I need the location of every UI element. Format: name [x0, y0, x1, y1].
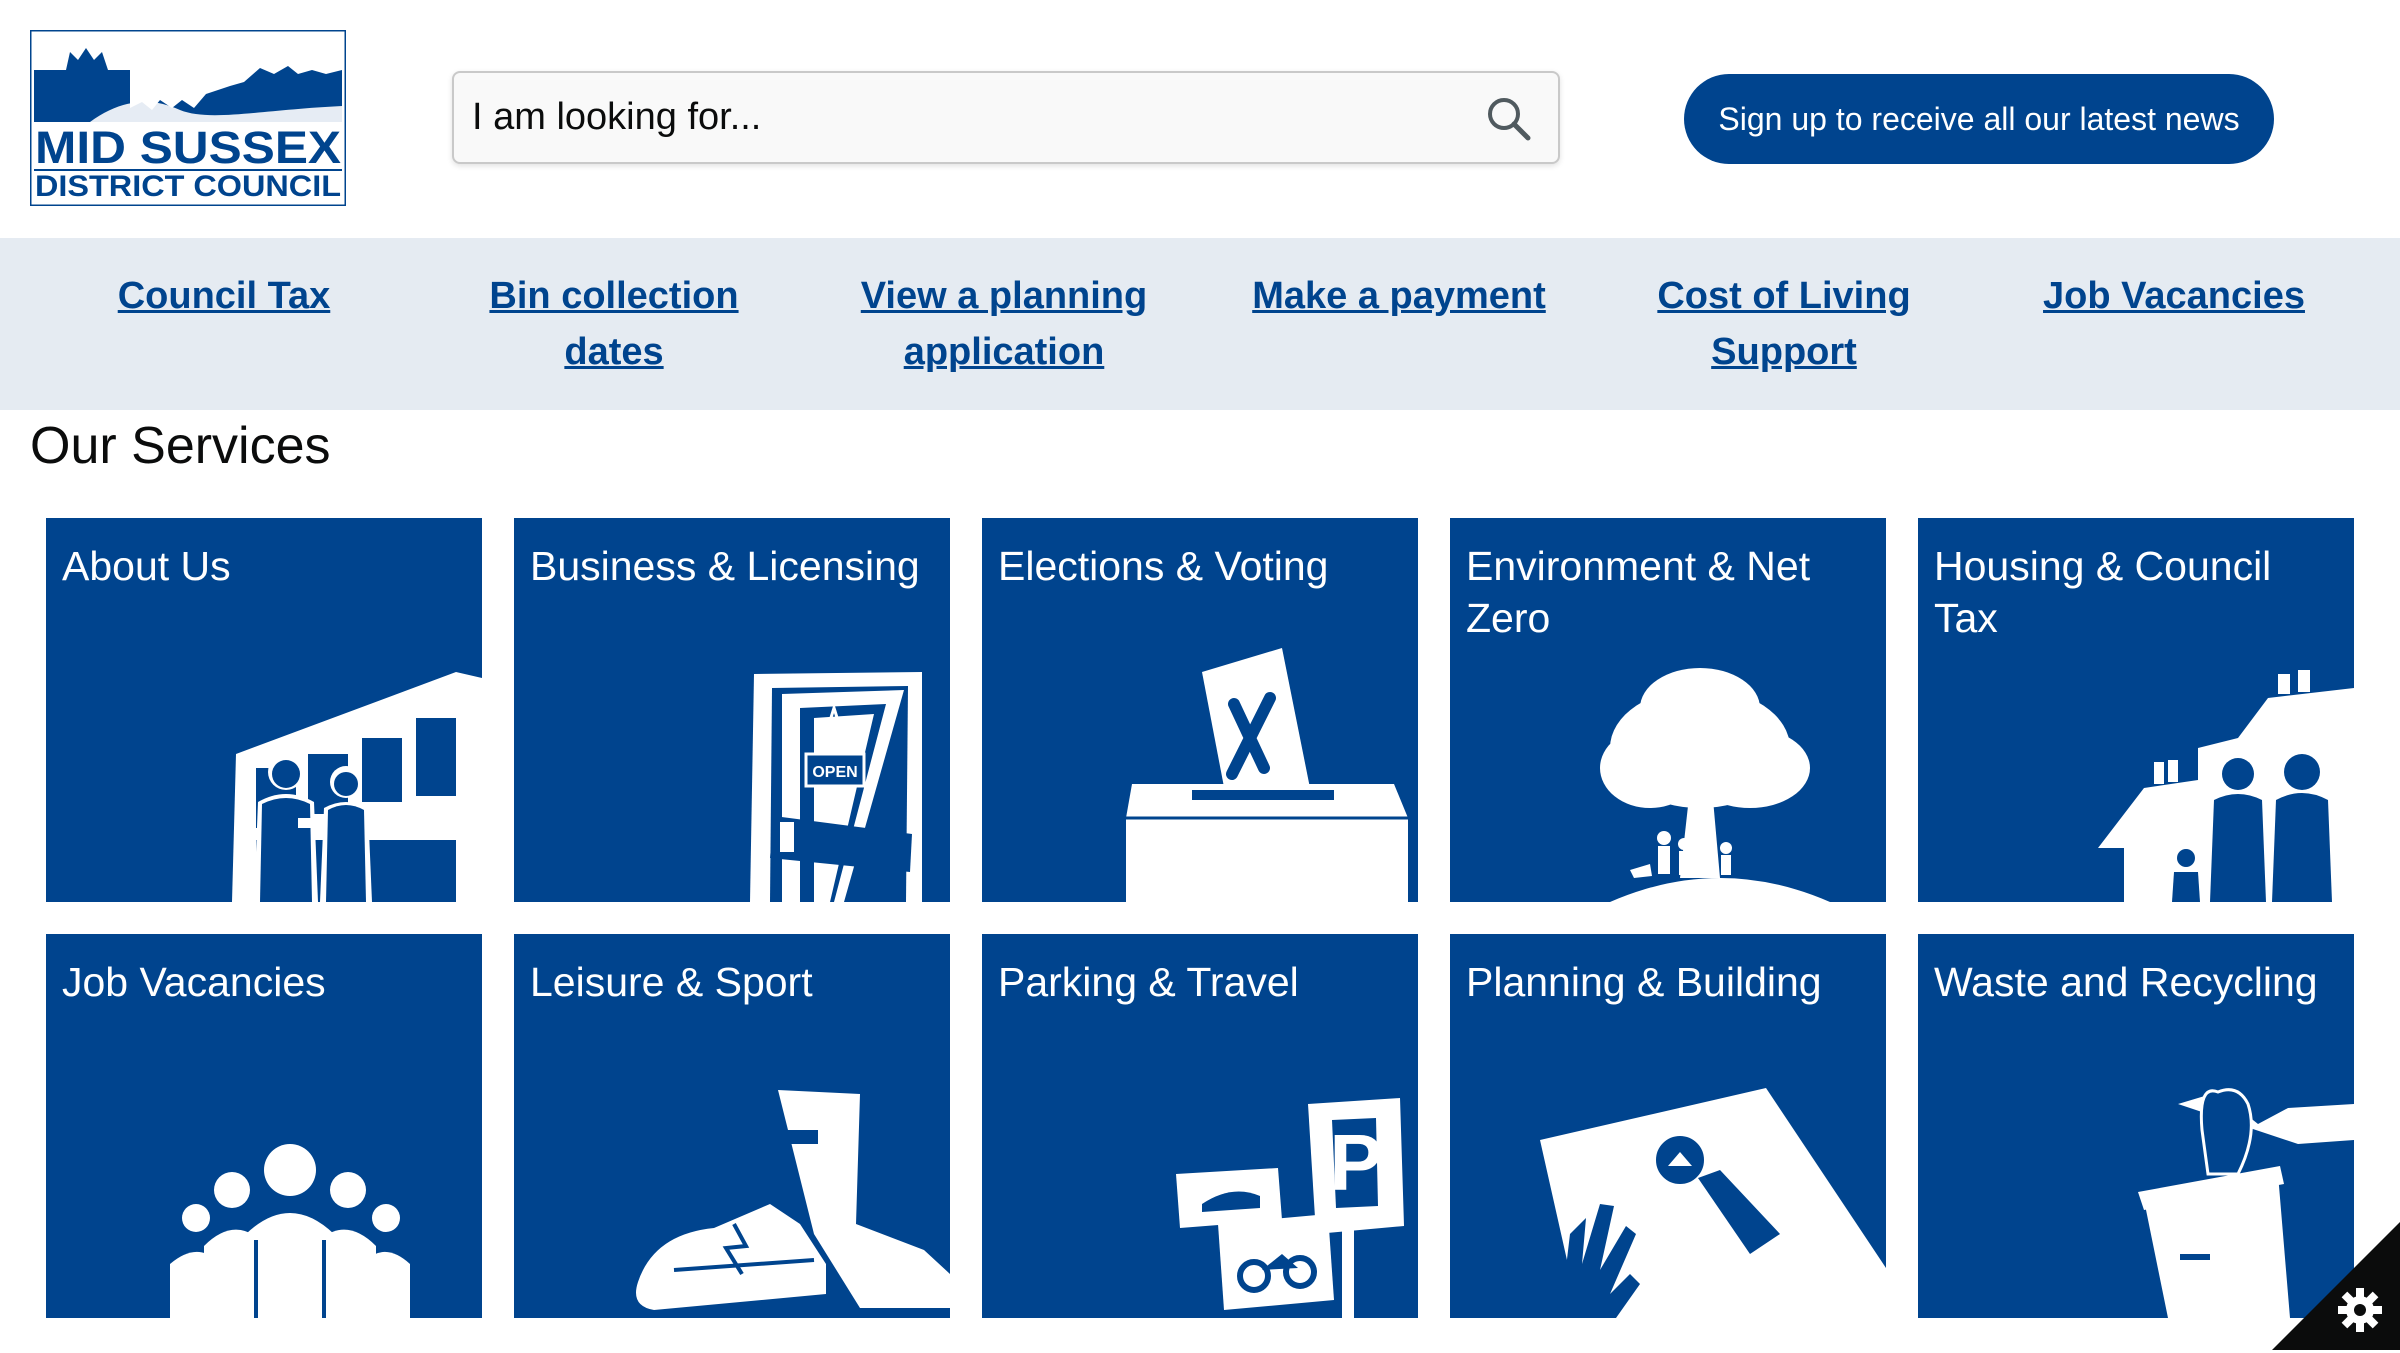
- svg-text:OPEN: OPEN: [812, 764, 857, 781]
- service-tile-environment[interactable]: Environment & Net Zero: [1450, 518, 1886, 902]
- council-logo[interactable]: MID SUSSEX DISTRICT COUNCIL: [30, 30, 346, 206]
- tile-label: Parking & Travel: [998, 959, 1299, 1005]
- tile-label: Planning & Building: [1466, 959, 1822, 1005]
- gear-icon: [2338, 1288, 2382, 1332]
- search-bar: [452, 71, 1560, 164]
- tile-label: Job Vacancies: [62, 959, 326, 1005]
- tile-label: Leisure & Sport: [530, 959, 813, 1005]
- logo-line-1: MID SUSSEX: [35, 122, 341, 173]
- search-icon: [1488, 97, 1531, 140]
- search-button[interactable]: [1458, 73, 1558, 162]
- tile-label: Elections & Voting: [998, 543, 1329, 589]
- signup-newsletter-button[interactable]: Sign up to receive all our latest news: [1684, 74, 2274, 164]
- service-tile-housing[interactable]: Housing & Council Tax: [1918, 518, 2354, 902]
- search-input[interactable]: [454, 73, 1458, 162]
- services-heading: Our Services: [30, 417, 331, 475]
- quick-link-council-tax[interactable]: Council Tax: [74, 268, 374, 324]
- tile-label: About Us: [62, 543, 231, 589]
- tile-label: Waste and Recycling: [1934, 959, 2318, 1005]
- quick-links-bar: Council Tax Bin collection dates View a …: [0, 238, 2400, 410]
- quick-link-bin-collection[interactable]: Bin collection dates: [464, 268, 764, 380]
- service-tile-job-vacancies[interactable]: Job Vacancies: [46, 934, 482, 1318]
- tile-label: Environment & Net Zero: [1466, 543, 1811, 641]
- site-header: MID SUSSEX DISTRICT COUNCIL Sign up to r…: [0, 0, 2400, 238]
- service-tile-planning-building[interactable]: Planning & Building: [1450, 934, 1886, 1318]
- service-tile-parking-travel[interactable]: P Parking & Travel: [982, 934, 1418, 1318]
- tile-label: Business & Licensing: [530, 543, 920, 589]
- logo-line-2: DISTRICT COUNCIL: [35, 170, 341, 203]
- quick-link-make-payment[interactable]: Make a payment: [1244, 268, 1554, 324]
- cookie-settings-button[interactable]: [2272, 1222, 2400, 1350]
- quick-link-planning-application[interactable]: View a planning application: [854, 268, 1154, 380]
- service-tile-leisure-sport[interactable]: Leisure & Sport: [514, 934, 950, 1318]
- service-tile-business-licensing[interactable]: OPEN Business & Licensing: [514, 518, 950, 902]
- quick-link-job-vacancies[interactable]: Job Vacancies: [2024, 268, 2324, 324]
- svg-text:P: P: [1329, 1118, 1382, 1207]
- tile-label: Housing & Council Tax: [1934, 543, 2272, 641]
- service-tile-elections-voting[interactable]: Elections & Voting: [982, 518, 1418, 902]
- service-tile-about-us[interactable]: About Us: [46, 518, 482, 902]
- quick-link-cost-of-living[interactable]: Cost of Living Support: [1634, 268, 1934, 380]
